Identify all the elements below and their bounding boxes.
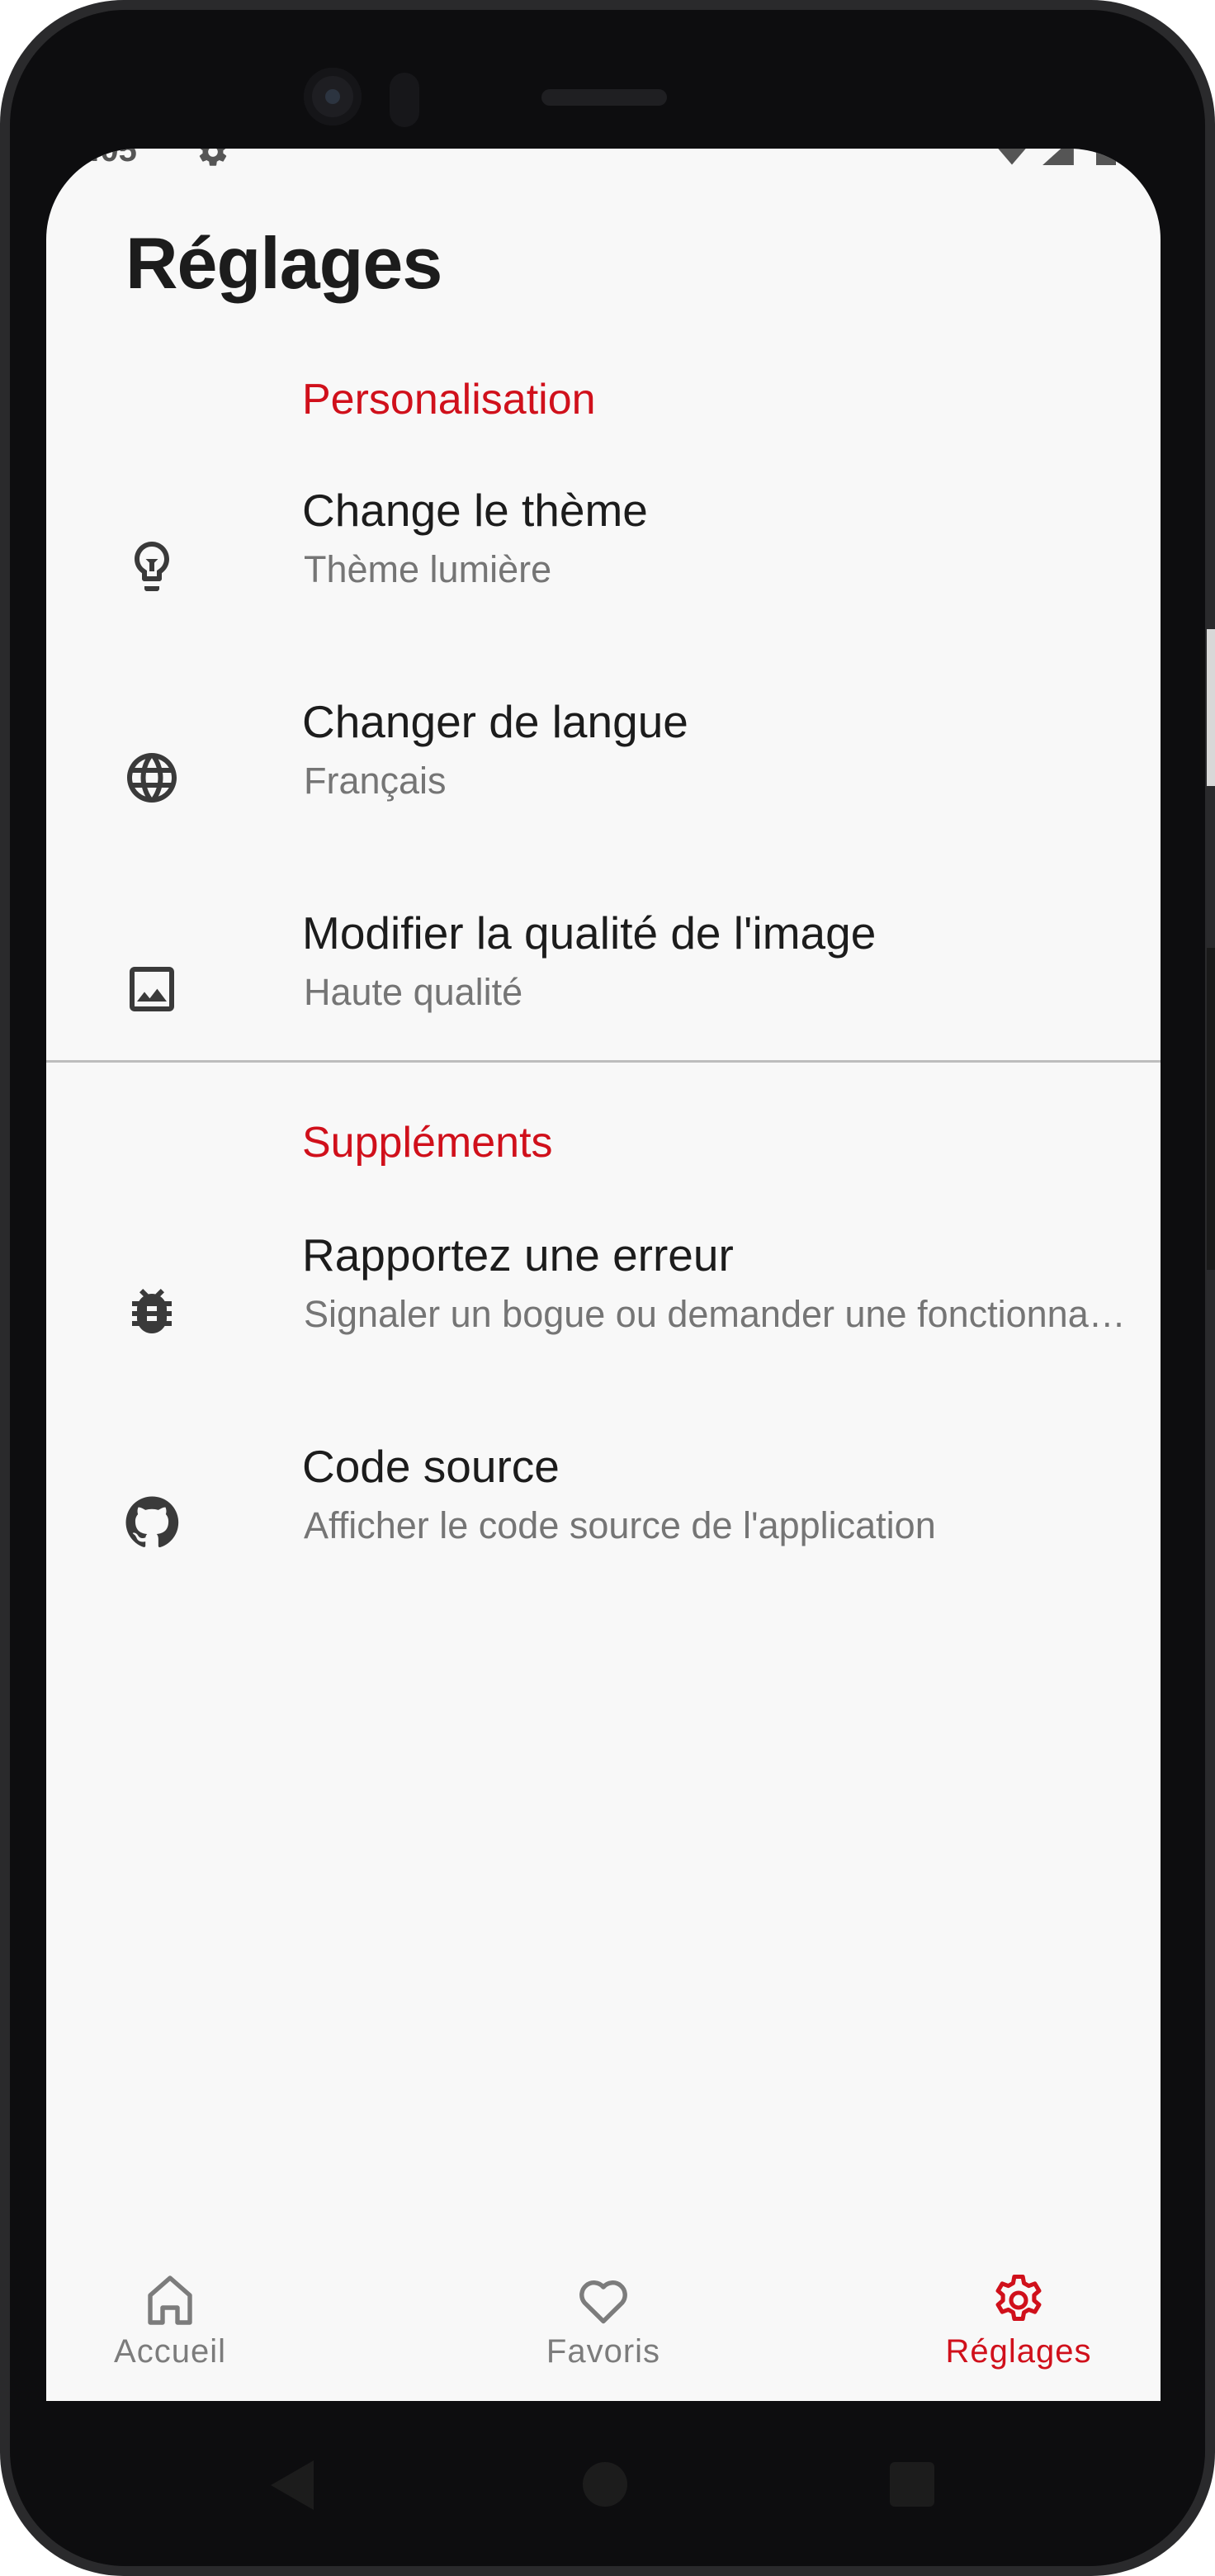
item-subtitle: Thème lumière: [304, 548, 552, 590]
item-title: Modifier la qualité de l'image: [302, 907, 877, 959]
screen: :05 Réglages Personalisation Change le t…: [46, 149, 1161, 2401]
heart-icon: [579, 2280, 627, 2324]
nav-label: Réglages: [945, 2333, 1092, 2370]
settings-item-image-quality[interactable]: Modifier la qualité de l'image Haute qua…: [46, 907, 1161, 1072]
item-subtitle: Français: [304, 760, 447, 802]
earpiece-speaker: [541, 89, 667, 106]
settings-item-report-bug[interactable]: Rapportez une erreur Signaler un bogue o…: [46, 1229, 1161, 1394]
item-title: Change le thème: [302, 485, 648, 536]
section-divider: [46, 1060, 1161, 1063]
signal-icon: [1042, 149, 1074, 165]
recent-apps-icon[interactable]: [890, 2462, 934, 2507]
item-title: Changer de langue: [302, 696, 688, 747]
nav-item-settings[interactable]: Réglages: [895, 2246, 1142, 2401]
nav-item-favorites[interactable]: Favoris: [480, 2246, 727, 2401]
bug-icon: [132, 1289, 172, 1333]
settings-item-language[interactable]: Changer de langue Français: [46, 695, 1161, 860]
page-title: Réglages: [125, 222, 442, 304]
lightbulb-icon: [135, 542, 169, 591]
github-icon: [125, 1496, 179, 1548]
back-icon[interactable]: [271, 2460, 314, 2510]
power-button: [1207, 629, 1215, 786]
wifi-icon: [998, 149, 1026, 165]
bottom-navigation: Accueil Favoris Réglages: [46, 2246, 1161, 2401]
phone-frame: :05 Réglages Personalisation Change le t…: [0, 0, 1215, 2576]
item-subtitle: Afficher le code source de l'application: [304, 1504, 936, 1546]
gear-icon: [199, 149, 227, 166]
item-title: Code source: [302, 1441, 560, 1492]
item-subtitle: Signaler un bogue ou demander une foncti…: [304, 1293, 1129, 1335]
front-camera: [304, 68, 362, 125]
nav-item-home[interactable]: Accueil: [46, 2246, 294, 2401]
image-icon: [130, 967, 174, 1011]
volume-button: [1207, 948, 1215, 1270]
status-bar: :05: [46, 149, 1161, 173]
settings-item-source-code[interactable]: Code source Afficher le code source de l…: [46, 1440, 1161, 1605]
section-header-personalisation: Personalisation: [302, 376, 596, 424]
home-circle-icon[interactable]: [583, 2462, 627, 2507]
system-navigation-bar: [46, 2401, 1161, 2517]
item-subtitle: Haute qualité: [304, 971, 523, 1013]
section-header-supplements: Suppléments: [302, 1119, 553, 1167]
settings-item-theme[interactable]: Change le thème Thème lumière: [46, 484, 1161, 649]
nav-label: Favoris: [546, 2333, 661, 2370]
proximity-sensor: [390, 73, 419, 127]
globe-icon: [127, 753, 177, 803]
status-time: :05: [89, 149, 137, 168]
home-icon: [148, 2275, 192, 2325]
item-title: Rapportez une erreur: [302, 1229, 734, 1281]
nav-label: Accueil: [114, 2333, 226, 2370]
battery-icon: [1096, 149, 1116, 165]
settings-icon: [995, 2274, 1042, 2322]
